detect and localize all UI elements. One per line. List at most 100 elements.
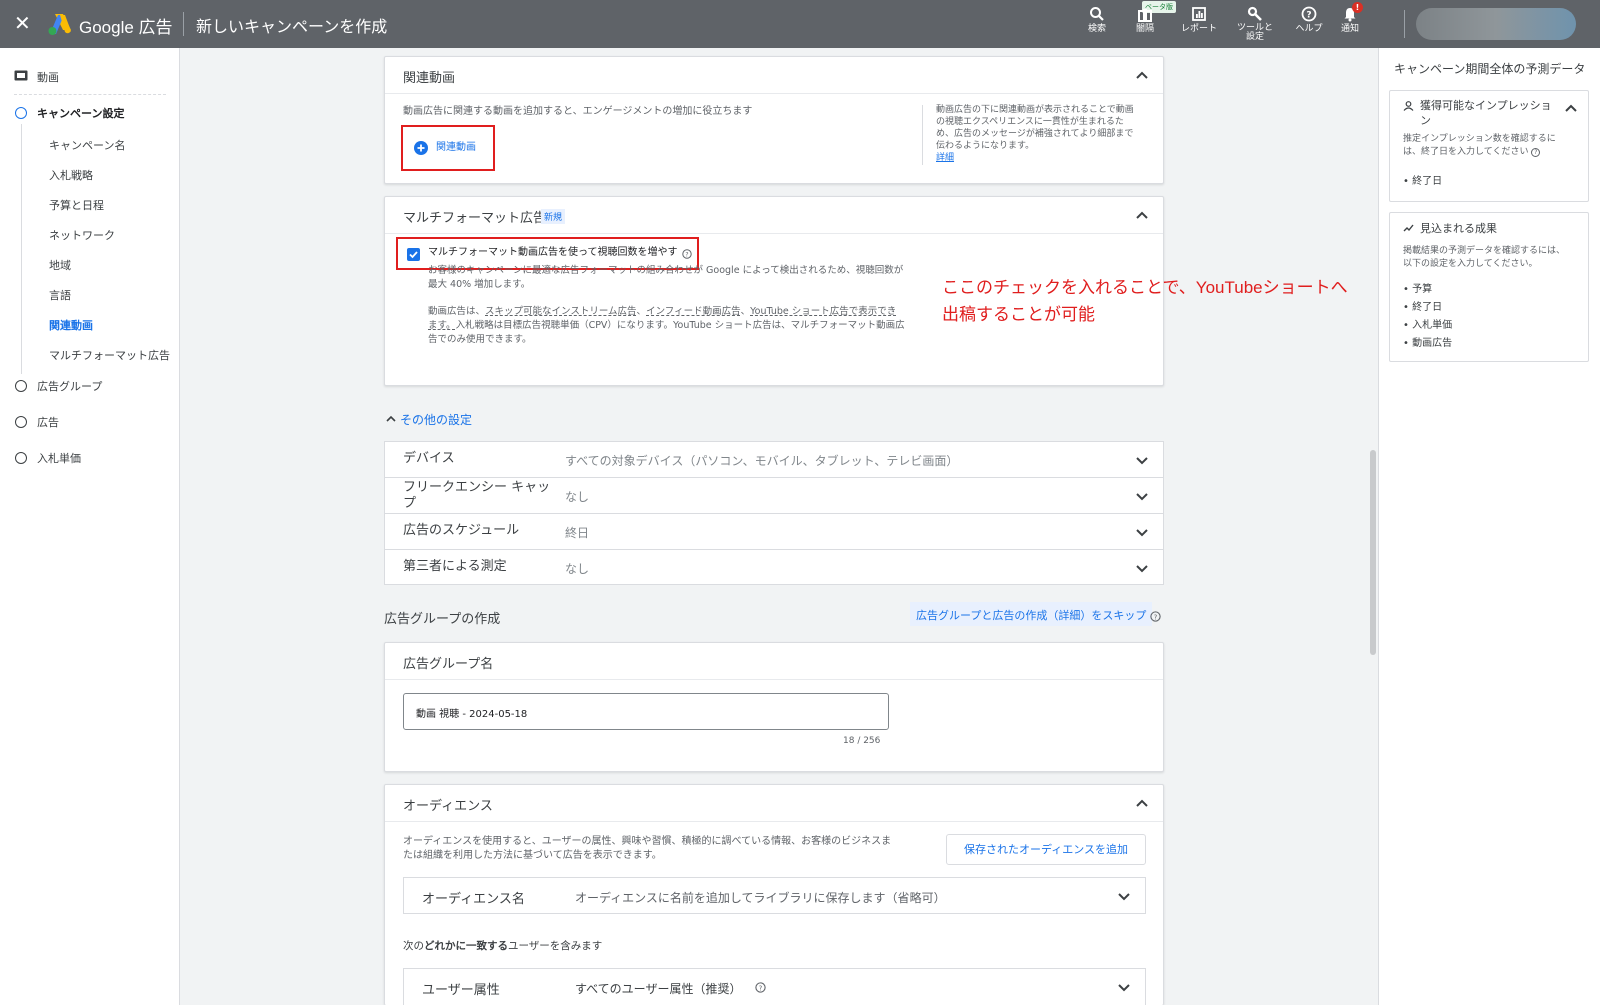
ad-group-name-input[interactable]: 動画 視聴 - 2024-05-18 bbox=[403, 693, 889, 730]
chevron-down-icon[interactable] bbox=[1135, 453, 1149, 467]
results-list: • 予算 • 終了日 • 入札単価 • 動画広告 bbox=[1403, 281, 1452, 353]
card-title: オーディエンス bbox=[403, 799, 493, 814]
step-circle-icon bbox=[15, 107, 27, 119]
help-icon: ? bbox=[1301, 6, 1317, 22]
row-value: なし bbox=[565, 490, 590, 504]
chevron-up-icon[interactable] bbox=[1135, 68, 1149, 82]
audience-name-row[interactable]: オーディエンス名 オーディエンスに名前を追加してライブラリに保存します（省略可） bbox=[403, 877, 1146, 914]
chevron-up-icon[interactable] bbox=[1135, 796, 1149, 810]
reports-button[interactable]: レポート bbox=[1171, 4, 1227, 34]
nav-subitem-location[interactable]: 地域 bbox=[49, 257, 71, 273]
checkbox-checked[interactable] bbox=[407, 248, 420, 261]
multiformat-checkbox-label[interactable]: マルチフォーマット動画広告を使って視聴回数を増やす bbox=[428, 246, 678, 260]
row-label: フリークエンシー キャップ bbox=[403, 480, 550, 512]
infeed-link[interactable]: インフィード動画広告 bbox=[646, 306, 741, 317]
appearance-label: 闇隔 bbox=[1135, 24, 1154, 34]
forecast-panel: キャンペーン期間全体の予測データ 獲得可能なインプレッション 推定インプレッショ… bbox=[1378, 48, 1600, 1005]
chevron-down-icon[interactable] bbox=[1117, 889, 1131, 903]
text: 動画広告 bbox=[1412, 338, 1453, 349]
text: 推定インプレッション数を確認するに bbox=[1403, 134, 1556, 144]
chevron-up-icon[interactable] bbox=[1135, 208, 1149, 222]
impressions-description: 推定インプレッション数を確認するに は、終了日を入力してください ? bbox=[1403, 133, 1556, 159]
settings-row-frequency-cap[interactable]: フリークエンシー キャップ なし bbox=[384, 477, 1164, 513]
nav-item-campaign-settings[interactable]: キャンペーン設定 bbox=[37, 105, 124, 121]
demographics-row[interactable]: ユーザー属性 すべてのユーザー属性（推奨） ? bbox=[403, 968, 1146, 1005]
notifications-label: 通知 bbox=[1340, 24, 1359, 34]
chevron-up-icon[interactable] bbox=[385, 413, 397, 425]
multiformat-description: お客様のキャンペーンに最適な広告フォーマットの組み合わせが Google によっ… bbox=[428, 264, 903, 292]
related-videos-help: 動画広告の下に関連動画が表示されることで動画 の視聴エクスペリエンスに一貫性が生… bbox=[936, 104, 1156, 164]
text: 終了日 bbox=[1412, 176, 1443, 187]
appearance-button[interactable]: 闇隔 bbox=[1117, 4, 1173, 34]
nav-item-video[interactable]: 動画 bbox=[37, 69, 59, 85]
svg-text:?: ? bbox=[685, 252, 688, 259]
settings-row-third-party[interactable]: 第三者による測定 なし bbox=[384, 549, 1164, 585]
chevron-down-icon[interactable] bbox=[1135, 489, 1149, 503]
annotation-text: ここのチェックを入れることで、YouTubeショートへ 出稿することが可能 bbox=[942, 274, 1348, 328]
notifications-button[interactable]: 通知 bbox=[1322, 4, 1378, 34]
details-link[interactable]: 詳細 bbox=[936, 152, 1156, 164]
top-app-bar: ✕ Google 広告 新しいキャンペーンを作成 検索 ベータ版 闇隔 レポート… bbox=[0, 0, 1600, 48]
row-label-line: プ bbox=[403, 496, 417, 511]
shorts-link[interactable]: YouTube ショート広告で表示でき bbox=[750, 306, 896, 317]
help-icon[interactable]: ? bbox=[682, 249, 692, 259]
nav-item-ad[interactable]: 広告 bbox=[37, 414, 59, 430]
divider bbox=[922, 105, 923, 165]
annotation-line: 出稿することが可能 bbox=[942, 305, 1095, 324]
account-switcher[interactable] bbox=[1416, 8, 1576, 40]
row-value: すべてのユーザー属性（推奨） bbox=[575, 982, 742, 996]
add-related-video-button[interactable]: 関連動画 bbox=[436, 141, 476, 155]
help-icon[interactable]: ? bbox=[1150, 611, 1161, 622]
close-icon[interactable]: ✕ bbox=[14, 11, 31, 35]
card-header[interactable]: マルチフォーマット広告 新規 bbox=[385, 197, 1163, 234]
nav-subitem-network[interactable]: ネットワーク bbox=[49, 227, 115, 243]
left-navigation: 動画 キャンペーン設定 キャンペーン名 入札戦略 予算と日程 ネットワーク 地域… bbox=[0, 48, 180, 1005]
shorts-link[interactable]: ます。 bbox=[428, 320, 456, 331]
nav-subitem-related-videos[interactable]: 関連動画 bbox=[49, 317, 93, 333]
scrollbar-thumb[interactable] bbox=[1370, 450, 1376, 655]
card-title: 広告グループ名 bbox=[403, 657, 494, 672]
nav-subitem-multiformat[interactable]: マルチフォーマット広告 bbox=[49, 347, 170, 363]
add-circle-icon bbox=[414, 141, 428, 155]
row-label: オーディエンス名 bbox=[422, 892, 525, 907]
nav-connector bbox=[21, 124, 22, 374]
chevron-up-icon[interactable] bbox=[1564, 101, 1578, 115]
input-value: 動画 視聴 - 2024-05-18 bbox=[416, 709, 528, 720]
help-icon[interactable]: ? bbox=[1531, 148, 1541, 157]
help-icon[interactable]: ? bbox=[755, 982, 766, 993]
chevron-down-icon[interactable] bbox=[1135, 561, 1149, 575]
nav-subitem-budget-dates[interactable]: 予算と日程 bbox=[49, 197, 104, 213]
nav-item-ad-group[interactable]: 広告グループ bbox=[37, 378, 102, 394]
nav-item-bid[interactable]: 入札単価 bbox=[37, 450, 81, 466]
chevron-down-icon[interactable] bbox=[1135, 525, 1149, 539]
skip-ad-group-link[interactable]: 広告グループと広告の作成（詳細）をスキップ bbox=[910, 602, 1153, 626]
nav-subitem-language[interactable]: 言語 bbox=[49, 287, 71, 303]
nav-subitem-bid-strategy[interactable]: 入札戦略 bbox=[49, 167, 93, 183]
results-title: 見込まれる成果 bbox=[1420, 222, 1497, 235]
card-header[interactable]: オーディエンス bbox=[385, 785, 1163, 822]
list-item: • 予算 bbox=[1403, 284, 1433, 295]
description-line: お客様のキャンペーンに最適な広告フォーマットの組み合わせが Google によっ… bbox=[428, 265, 904, 276]
tools-settings-button[interactable]: ツールと 設定 bbox=[1227, 4, 1283, 42]
settings-row-device[interactable]: デバイス すべての対象デバイス（パソコン、モバイル、タブレット、テレビ画面） bbox=[384, 441, 1164, 477]
new-badge: 新規 bbox=[541, 209, 566, 224]
text: 以下の設定を入力してください。 bbox=[1403, 259, 1538, 269]
add-saved-audience-button[interactable]: 保存されたオーディエンスを追加 bbox=[946, 834, 1146, 865]
row-value: なし bbox=[565, 562, 590, 576]
card-header[interactable]: 関連動画 bbox=[385, 57, 1163, 94]
title-line: 獲得可能なインプレッショ bbox=[1420, 99, 1552, 112]
row-label-line: フリークエンシー キャッ bbox=[403, 480, 551, 495]
columns-icon bbox=[1138, 9, 1152, 22]
row-value: オーディエンスに名前を追加してライブラリに保存します（省略可） bbox=[575, 891, 946, 905]
text: 掲載結果の予測データを確認するには、 bbox=[1403, 246, 1566, 256]
nav-subitem-campaign-name[interactable]: キャンペーン名 bbox=[49, 137, 125, 153]
settings-row-ad-schedule[interactable]: 広告のスケジュール 終日 bbox=[384, 513, 1164, 549]
text: 、 bbox=[740, 306, 751, 317]
wrench-icon bbox=[1247, 6, 1262, 21]
other-settings-toggle[interactable]: その他の設定 bbox=[400, 411, 472, 428]
row-label: ユーザー属性 bbox=[422, 983, 500, 998]
audience-description: オーディエンスを使用すると、ユーザーの属性、興味や習慣、積極的に調べている情報、… bbox=[403, 835, 891, 863]
chevron-down-icon[interactable] bbox=[1117, 980, 1131, 994]
skippable-instream-link[interactable]: スキップ可能なインストリーム広告 bbox=[485, 306, 637, 317]
help-line: の視聴エクスペリエンスに一貫性が生まれるた bbox=[936, 117, 1124, 127]
